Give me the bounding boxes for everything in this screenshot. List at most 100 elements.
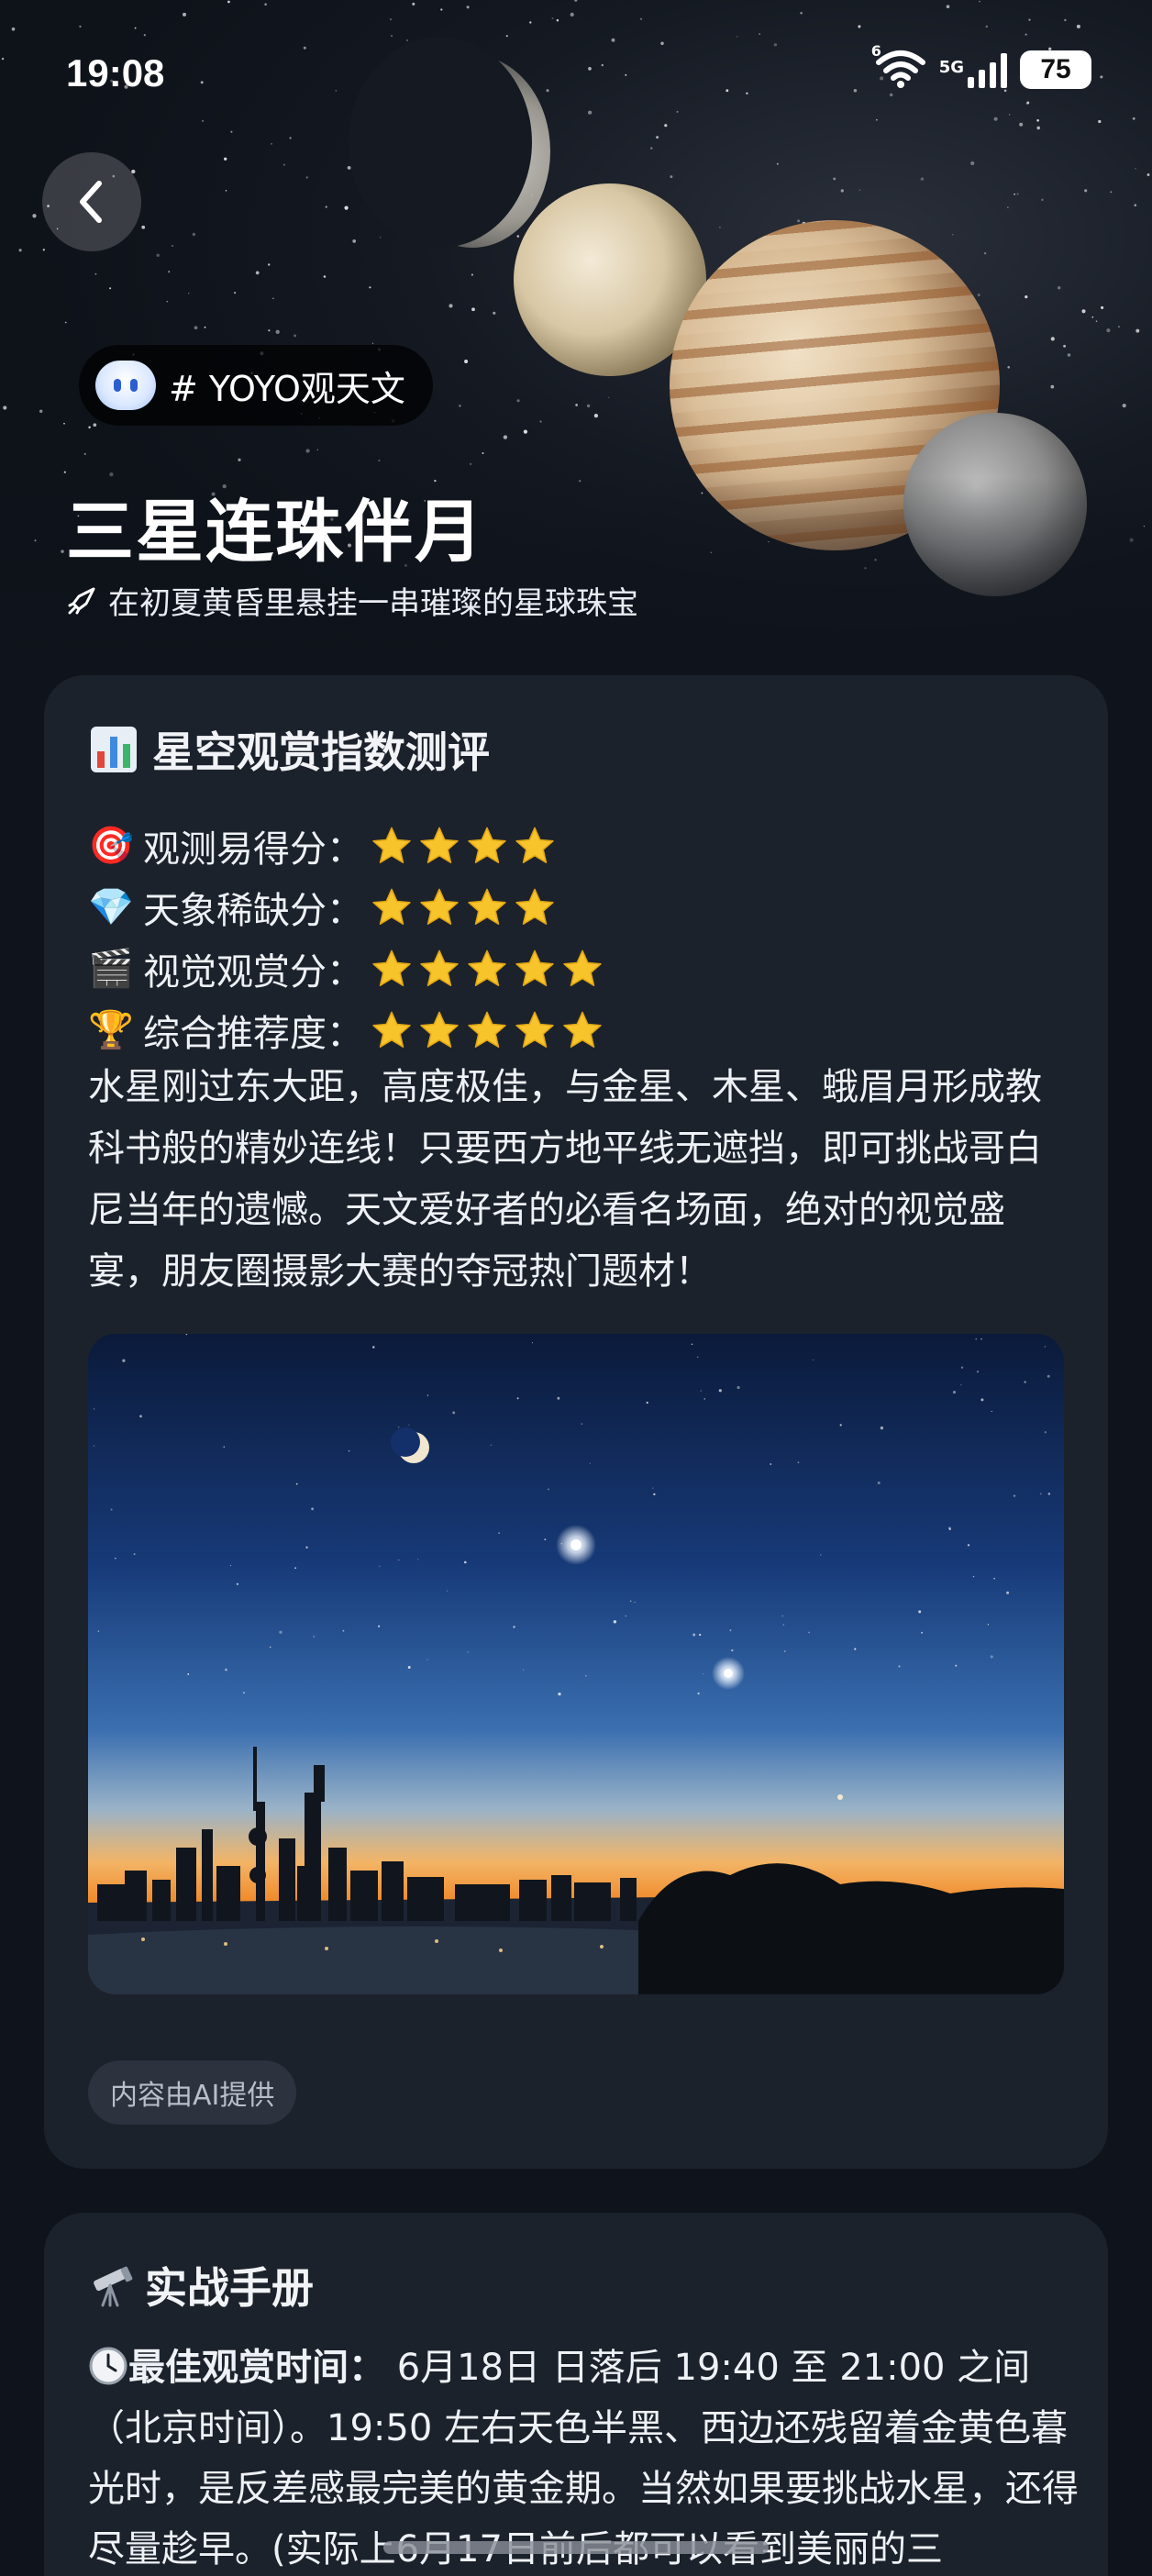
star-dot [371, 342, 374, 344]
guide-card-title: 实战手册 [88, 2255, 314, 2315]
star-dot [523, 1669, 525, 1671]
star-dot [378, 459, 381, 462]
star-dot [449, 304, 453, 308]
star-dot [676, 110, 679, 113]
star-dot [408, 1424, 410, 1426]
rating-label: 视觉观赏分： [143, 950, 363, 994]
star-dot [1100, 75, 1103, 79]
star-dot [608, 396, 610, 398]
star-dot [991, 1410, 992, 1413]
star-dot [985, 25, 989, 28]
bar-chart-icon [91, 727, 137, 772]
star-dot [1084, 189, 1088, 193]
star-dot [833, 177, 836, 181]
star-dot [452, 1411, 456, 1415]
star-dot [464, 359, 469, 364]
star-dot [854, 1648, 857, 1650]
star-dot [639, 17, 643, 20]
star-dot [94, 272, 97, 275]
star-dot [589, 1462, 591, 1464]
star-dot [1081, 309, 1086, 314]
star-dot [840, 189, 844, 193]
star-dot [311, 1507, 315, 1511]
sky-photo [88, 1334, 1064, 1994]
star-dot [294, 334, 297, 338]
star-icon [468, 1011, 506, 1048]
guide-card: 实战手册 最佳观赏时间： 6月18日 日落后 19:40 至 21:00 之间（… [44, 2213, 1108, 2576]
star-dot [335, 90, 338, 92]
star-dot [1106, 328, 1111, 333]
rating-label: 综合推荐度： [143, 1012, 363, 1055]
moon-shadow [349, 37, 532, 248]
rating-card-title-text: 星空观赏指数测评 [152, 727, 490, 777]
star-dot [979, 0, 980, 3]
star-dot [1007, 366, 1010, 369]
star-dot [877, 1481, 881, 1484]
star-dot [11, 27, 16, 31]
star-dot [143, 34, 146, 37]
star-dot [407, 1666, 411, 1669]
star-dot [1091, 316, 1094, 318]
star-dot [513, 1626, 515, 1628]
rating-list: 🎯 观测易得分： 💎 天象稀缺分： 🎬 视觉观赏分： 🏆 综合推荐度： [88, 815, 604, 1060]
star-dot [980, 1338, 982, 1340]
star-dot [952, 1391, 957, 1394]
star-dot [516, 1397, 519, 1400]
star-dot [718, 1389, 722, 1393]
star-dot [972, 1575, 975, 1578]
star-dot [344, 205, 349, 210]
star-dot [993, 1577, 995, 1580]
star-dot [529, 21, 532, 24]
star-dot [204, 326, 206, 328]
back-button[interactable] [42, 152, 141, 251]
star-dot [948, 1528, 951, 1531]
star-dot [918, 1610, 922, 1614]
star-dot [718, 226, 721, 228]
star-dot [876, 118, 878, 121]
star-icon [420, 888, 459, 925]
star-dot [726, 89, 729, 93]
star-dot [585, 1674, 587, 1677]
star-dot [133, 1553, 136, 1556]
star-dot [1019, 122, 1024, 127]
star-rating [371, 886, 556, 928]
star-dot [294, 1567, 297, 1570]
star-dot [305, 176, 308, 179]
star-dot [1076, 24, 1080, 28]
star-dot [255, 271, 260, 275]
star-dot [1044, 1346, 1047, 1348]
rating-row: 🏆 综合推荐度： [88, 999, 604, 1060]
star-dot [629, 1600, 632, 1603]
star-dot [417, 1559, 419, 1560]
star-dot [588, 67, 592, 71]
target-icon: 🎯 [88, 825, 134, 867]
star-dot [858, 25, 861, 28]
star-dot [467, 1651, 469, 1653]
trophy-icon: 🏆 [88, 1009, 134, 1051]
star-dot [983, 252, 987, 255]
star-dot [601, 63, 604, 67]
home-indicator[interactable] [383, 2541, 769, 2554]
star-dot [505, 35, 508, 38]
cell-signal: 5G [939, 51, 1007, 88]
star-dot [575, 404, 578, 406]
star-dot [960, 1384, 962, 1386]
star-dot [1058, 286, 1061, 290]
status-icons: 6 5G 75 [871, 42, 1091, 92]
star-dot [1134, 204, 1137, 207]
star-dot [194, 326, 198, 330]
star-dot [691, 1343, 693, 1346]
star-dot [516, 399, 520, 403]
star-dot [493, 311, 496, 315]
star-dot [1064, 18, 1067, 22]
star-dot [227, 0, 230, 4]
star-dot [993, 117, 998, 121]
star-dot [225, 1668, 227, 1671]
star-dot [187, 1673, 190, 1675]
star-dot [275, 329, 280, 334]
star-dot [898, 1665, 901, 1668]
star-dot [759, 33, 760, 35]
topic-tag[interactable]: # YOYO观天文 [79, 345, 433, 426]
rocket-icon [68, 587, 95, 614]
star-icon [420, 827, 459, 863]
